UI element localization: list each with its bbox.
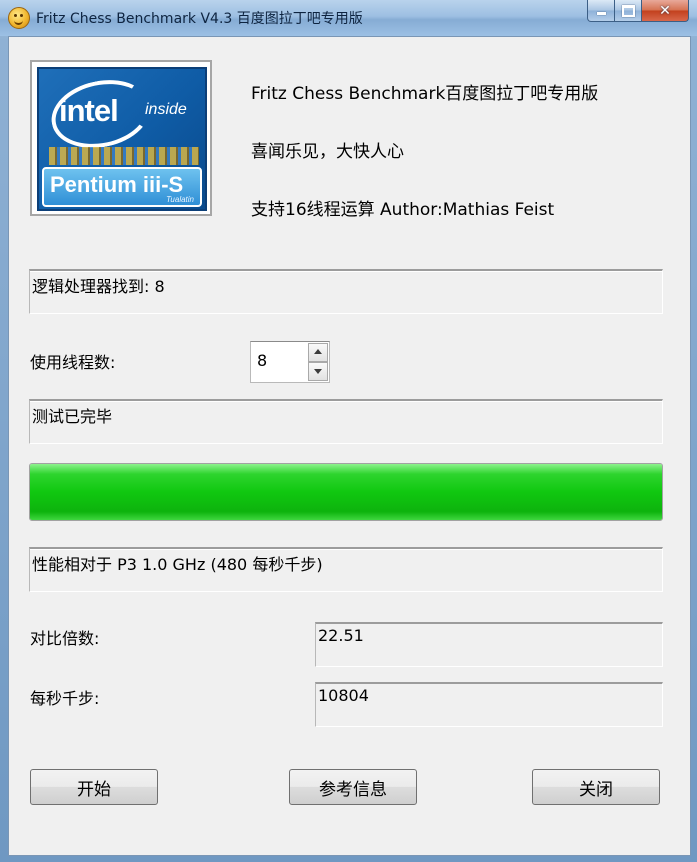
ratio-label: 对比倍数:	[30, 629, 100, 648]
logo-inside: inside	[145, 101, 187, 118]
arrow-down-icon	[314, 369, 322, 374]
info-slogan: 喜闻乐见，大快人心	[251, 142, 404, 162]
chip-die-icon	[49, 147, 199, 165]
kps-label: 每秒千步:	[30, 689, 100, 708]
logo-product-badge: Pentium iii-S Tualatin	[42, 167, 202, 207]
stepper-down-button[interactable]	[308, 362, 328, 381]
ratio-value-box: 22.51	[315, 622, 663, 667]
info-author: 支持16线程运算 Author:Mathias Feist	[251, 200, 555, 220]
app-window: Fritz Chess Benchmark V4.3 百度图拉丁吧专用版 ✕ i…	[0, 0, 697, 862]
logo-codename: Tualatin	[166, 195, 194, 204]
maximize-button[interactable]	[615, 0, 642, 22]
kps-value: 10804	[318, 686, 369, 705]
performance-text: 性能相对于 P3 1.0 GHz (480 每秒千步)	[32, 555, 323, 574]
smiley-app-icon[interactable]	[8, 7, 30, 29]
reference-info-button[interactable]: 参考信息	[289, 769, 417, 805]
ratio-value: 22.51	[318, 626, 364, 645]
minimize-icon	[596, 12, 606, 15]
minimize-button[interactable]	[587, 0, 615, 22]
status-text: 测试已完毕	[32, 407, 113, 426]
close-window-button[interactable]: ✕	[642, 0, 689, 22]
processor-count-text: 逻辑处理器找到: 8	[32, 277, 165, 296]
status-box: 测试已完毕	[29, 399, 663, 444]
window-controls: ✕	[587, 0, 689, 22]
close-button[interactable]: 关闭	[532, 769, 660, 805]
maximize-icon	[621, 4, 635, 17]
benchmark-progress-bar	[29, 463, 663, 521]
title-bar[interactable]: Fritz Chess Benchmark V4.3 百度图拉丁吧专用版 ✕	[0, 0, 697, 36]
thread-count-label: 使用线程数:	[30, 353, 116, 372]
thread-count-value[interactable]: 8	[257, 351, 267, 370]
start-button[interactable]: 开始	[30, 769, 158, 805]
performance-box: 性能相对于 P3 1.0 GHz (480 每秒千步)	[29, 547, 663, 592]
stepper-buttons	[308, 343, 328, 381]
intel-pentium-logo: intel inside Pentium iii-S Tualatin	[37, 67, 207, 211]
close-icon: ✕	[659, 2, 671, 19]
logo-brand: intel	[59, 93, 119, 128]
progress-fill	[30, 464, 662, 520]
arrow-up-icon	[314, 349, 322, 354]
info-title: Fritz Chess Benchmark百度图拉丁吧专用版	[251, 84, 599, 104]
kps-value-box: 10804	[315, 682, 663, 727]
logo-product: Pentium iii-S	[50, 172, 184, 197]
cpu-logo-frame: intel inside Pentium iii-S Tualatin	[30, 60, 212, 216]
thread-count-stepper[interactable]: 8	[250, 341, 330, 383]
stepper-up-button[interactable]	[308, 343, 328, 362]
processor-count-box: 逻辑处理器找到: 8	[29, 269, 663, 314]
window-title: Fritz Chess Benchmark V4.3 百度图拉丁吧专用版	[36, 11, 363, 27]
client-area: intel inside Pentium iii-S Tualatin Frit…	[8, 36, 691, 856]
